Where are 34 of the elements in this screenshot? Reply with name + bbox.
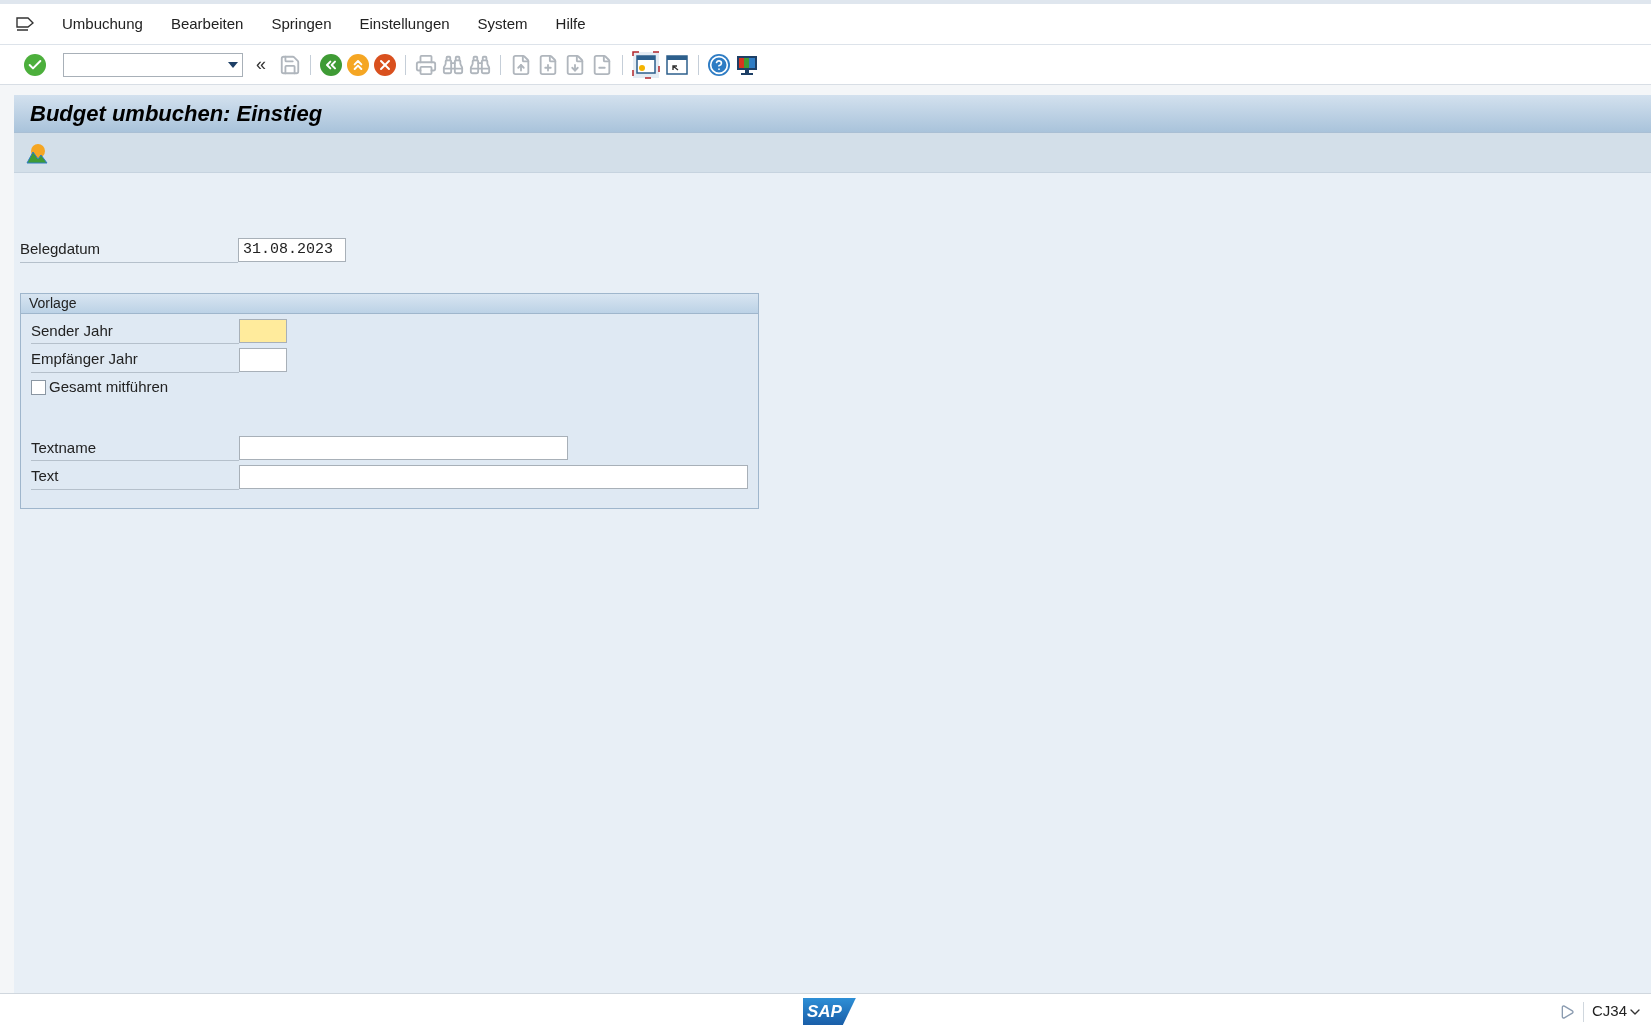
help-icon[interactable]	[708, 53, 730, 76]
input-field[interactable]	[239, 464, 748, 489]
menu-item[interactable]: Hilfe	[555, 12, 586, 36]
field-label: Text	[31, 464, 239, 490]
field-label: Sender Jahr	[31, 318, 239, 344]
shortcut-window-icon[interactable]	[665, 52, 689, 77]
transaction-code[interactable]: CJ34	[1591, 1000, 1627, 1023]
back-icon[interactable]	[320, 53, 342, 76]
menu-item[interactable]: Bearbeiten	[170, 12, 244, 36]
cancel-icon[interactable]	[374, 53, 396, 76]
landscape-icon[interactable]	[26, 141, 48, 164]
checkbox[interactable]	[31, 380, 46, 395]
new-window-icon[interactable]	[632, 50, 660, 79]
field-label: Empfänger Jahr	[31, 347, 239, 373]
input-field[interactable]	[239, 319, 287, 344]
field-label: Textname	[31, 435, 239, 461]
menu-icon[interactable]	[16, 16, 34, 32]
input-field[interactable]	[239, 347, 287, 372]
menu-item[interactable]: System	[477, 12, 528, 36]
logo: SAP	[803, 997, 856, 1026]
menu-item[interactable]: Springen	[271, 12, 332, 36]
command-field[interactable]	[63, 52, 243, 77]
exit-icon[interactable]	[347, 53, 369, 76]
checkbox-label: Gesamt mitführen	[49, 377, 169, 398]
collapse-toolbar-button[interactable]: «	[256, 51, 266, 78]
date-field[interactable]: 31.08.2023	[238, 237, 346, 262]
field-label: Belegdatum	[20, 237, 238, 263]
input-field[interactable]	[239, 436, 568, 461]
menu-item[interactable]: Umbuchung	[62, 12, 143, 36]
dropdown-caret-icon	[228, 61, 238, 68]
group-title: Vorlage	[29, 293, 77, 313]
menu-item[interactable]: Einstellungen	[359, 12, 450, 36]
check-icon[interactable]	[24, 53, 46, 76]
page-title: Budget umbuchen: Einstieg	[30, 100, 323, 128]
